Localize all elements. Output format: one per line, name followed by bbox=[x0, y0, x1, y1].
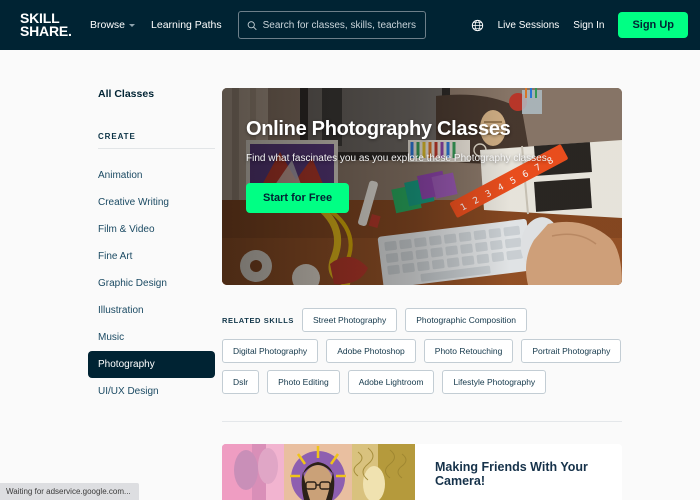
search-box[interactable] bbox=[237, 11, 426, 39]
skill-tag[interactable]: Dslr bbox=[222, 370, 260, 394]
sidebar-item-photography[interactable]: Photography bbox=[88, 351, 215, 378]
chevron-down-icon bbox=[129, 23, 136, 27]
site-header: SKILL SHARE. Browse Learning Paths Live … bbox=[0, 0, 700, 50]
class-card-thumbnail bbox=[222, 444, 415, 500]
search-icon bbox=[247, 20, 257, 30]
page-body: All Classes CREATE Animation Creative Wri… bbox=[0, 50, 700, 500]
skill-tag[interactable]: Portrait Photography bbox=[521, 339, 622, 363]
search-input[interactable] bbox=[262, 19, 417, 31]
browser-status-bar: Waiting for adservice.google.com... bbox=[0, 483, 139, 500]
related-skills-section: RELATED SKILLS Street Photography Photogr… bbox=[222, 308, 622, 394]
skill-tag[interactable]: Photo Retouching bbox=[423, 339, 514, 363]
sidebar-item-list: Animation Creative Writing Film & Video Fin… bbox=[88, 162, 222, 405]
hero-subtitle: Find what fascinates you as you explore … bbox=[246, 153, 550, 164]
sign-in-link[interactable]: Sign In bbox=[573, 20, 604, 31]
skill-tag[interactable]: Photo Editing bbox=[267, 370, 340, 394]
main-content: 12 34 56 78 bbox=[222, 50, 700, 500]
sidebar-item-illustration[interactable]: Illustration bbox=[88, 297, 215, 324]
skill-tag[interactable]: Adobe Lightroom bbox=[347, 370, 435, 394]
sidebar-item-fine-art[interactable]: Fine Art bbox=[88, 243, 215, 270]
class-thumbnail-art bbox=[222, 444, 415, 500]
main-nav: Browse Learning Paths bbox=[90, 19, 222, 31]
class-card-title: Making Friends With Your Camera! bbox=[435, 460, 588, 488]
sign-up-button[interactable]: Sign Up bbox=[618, 12, 688, 38]
hero-content: Online Photography Classes Find what fas… bbox=[246, 118, 550, 213]
skill-tag[interactable]: Photographic Composition bbox=[405, 308, 527, 332]
related-skills-label: RELATED SKILLS bbox=[222, 315, 295, 325]
globe-icon[interactable] bbox=[471, 19, 484, 32]
live-sessions-link[interactable]: Live Sessions bbox=[498, 20, 560, 31]
sidebar-item-graphic-design[interactable]: Graphic Design bbox=[88, 270, 215, 297]
sidebar-section-create: CREATE bbox=[98, 132, 215, 149]
hero-banner[interactable]: 12 34 56 78 bbox=[222, 88, 622, 285]
sidebar-item-all-classes[interactable]: All Classes bbox=[98, 88, 222, 100]
nav-browse-label: Browse bbox=[90, 19, 126, 31]
hero-title: Online Photography Classes bbox=[246, 118, 511, 140]
skill-tag[interactable]: Street Photography bbox=[302, 308, 398, 332]
sidebar-item-film-video[interactable]: Film & Video bbox=[88, 216, 215, 243]
class-card[interactable]: Making Friends With Your Camera! bbox=[222, 444, 622, 500]
sidebar-item-music[interactable]: Music bbox=[88, 324, 215, 351]
sidebar-item-creative-writing[interactable]: Creative Writing bbox=[88, 189, 215, 216]
header-actions: Live Sessions Sign In Sign Up bbox=[471, 12, 688, 38]
category-sidebar: All Classes CREATE Animation Creative Wri… bbox=[0, 50, 222, 500]
section-divider bbox=[222, 421, 622, 422]
nav-item-learning-paths[interactable]: Learning Paths bbox=[151, 19, 222, 31]
skillshare-logo[interactable]: SKILL SHARE. bbox=[20, 11, 72, 39]
sidebar-item-animation[interactable]: Animation bbox=[88, 162, 215, 189]
nav-learning-paths-label: Learning Paths bbox=[151, 19, 222, 31]
skill-tag[interactable]: Digital Photography bbox=[222, 339, 319, 363]
nav-item-browse[interactable]: Browse bbox=[90, 19, 136, 31]
logo-line-2: SHARE. bbox=[20, 23, 72, 39]
sidebar-item-ui-ux-design[interactable]: UI/UX Design bbox=[88, 378, 215, 405]
skill-tag[interactable]: Adobe Photoshop bbox=[326, 339, 416, 363]
start-for-free-button[interactable]: Start for Free bbox=[246, 183, 350, 213]
skill-tag[interactable]: Lifestyle Photography bbox=[442, 370, 547, 394]
